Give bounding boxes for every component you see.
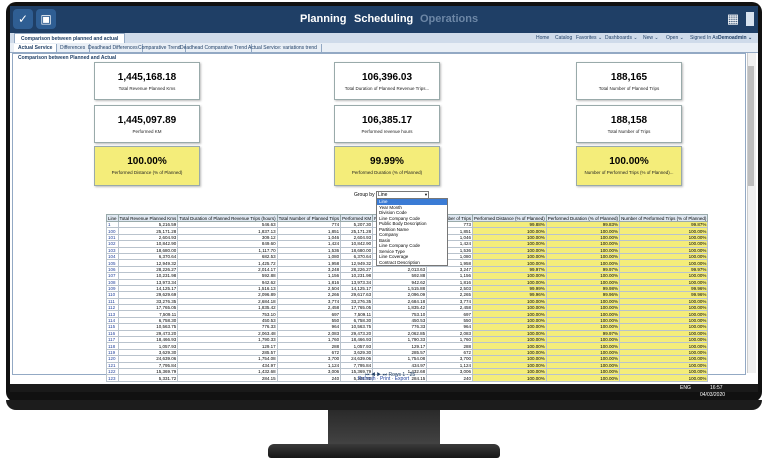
windows-taskbar [10, 384, 758, 392]
nav-tab-operations[interactable]: Operations [420, 13, 478, 25]
kpi-value: 106,385.17 [361, 115, 413, 126]
table-cell: 240 [426, 374, 473, 382]
kpi-value: 106,396.03 [361, 72, 413, 83]
tab-actual-service[interactable]: Actual Service [14, 44, 58, 52]
table-cell: 100.00% [545, 374, 621, 382]
kpi-label: Total Revenue Planned Kms [118, 86, 176, 91]
export-link[interactable]: Export [395, 376, 409, 382]
menu-catalog[interactable]: Catalog [555, 34, 572, 42]
kpi-card-distance-pct: 100.00% Performed Distance (% of Planned… [94, 146, 200, 186]
kpi-card-performed-hours: 106,385.17 Performed revenue hours [334, 105, 440, 143]
table-cell: 240 [276, 374, 342, 382]
group-by-label: Group by [354, 192, 375, 198]
kpi-value: 100.00% [609, 156, 649, 167]
kpi-value: 99.99% [370, 156, 404, 167]
content-title: Comparison between Planned and Actual [18, 55, 117, 61]
kpi-value: 1,445,097.89 [117, 115, 177, 126]
kpi-label: Total Number of Trips [607, 129, 651, 134]
user-icon[interactable] [746, 12, 754, 26]
kpi-card-planned-trips: 188,165 Total Number of Planned Trips [576, 62, 682, 100]
column-header[interactable]: Number of Performed Trips (% of Planned) [619, 214, 709, 222]
tab-variations-trend[interactable]: Actual Service: variations trend [244, 44, 322, 52]
tray-date: 04/03/2020 [700, 392, 726, 398]
kpi-value: 188,158 [610, 115, 648, 126]
footer-links: Refresh · Print · Export [358, 376, 410, 382]
menu-open[interactable]: Open ⌄ [666, 34, 684, 42]
nav-tab-scheduling[interactable]: Scheduling [354, 13, 413, 25]
kpi-label: Number of Performed Trips (% of Planned)… [584, 170, 674, 175]
kpi-value: 1,445,168.18 [117, 72, 177, 83]
table-cell: 5,331.72 [117, 374, 179, 382]
column-header[interactable]: Performed Distance (% of Planned) [471, 214, 547, 222]
column-header[interactable]: Total Number of Planned Trips [276, 214, 342, 222]
kpi-label: Performed Distance (% of Planned) [111, 170, 183, 175]
scrollbar-thumb[interactable] [748, 66, 754, 186]
table-cell: 100.00% [471, 374, 547, 382]
group-by-dropdown[interactable]: Line Year Month Division Code Line Company … [376, 198, 448, 266]
menu-home[interactable]: Home [536, 34, 549, 42]
kpi-card-trips-pct: 100.00% Number of Performed Trips (% of … [576, 146, 682, 186]
column-header[interactable]: Performed KM [340, 214, 374, 222]
column-header[interactable]: Performed Duration (% of Planned) [545, 214, 621, 222]
menu-dashboards[interactable]: Dashboards ⌄ [605, 34, 638, 42]
kpi-value: 100.00% [127, 156, 167, 167]
kpi-card-total-trips: 188,158 Total Number of Trips [576, 105, 682, 143]
monitor-chin [6, 400, 762, 410]
table-cell: 100.00% [619, 374, 709, 382]
kpi-label: Performed revenue hours [361, 129, 413, 134]
menu-favorites[interactable]: Favorites ⌄ [576, 34, 602, 42]
tray-lang[interactable]: ENG [680, 385, 691, 391]
print-link[interactable]: Print [380, 376, 390, 382]
kpi-label: Total Number of Planned Trips [598, 86, 660, 91]
kpi-label: Total Duration of Planned Revenue Trips.… [344, 86, 430, 91]
kpi-label: Performed KM [132, 129, 162, 134]
dropdown-option[interactable]: Contract Description [377, 260, 447, 266]
nav-tab-planning[interactable]: Planning [300, 13, 346, 25]
logo-icon[interactable]: ✓ [13, 9, 33, 29]
column-header[interactable]: Total Duration of Planned Revenue Trips … [177, 214, 278, 222]
monitor-base [268, 444, 500, 458]
kpi-card-planned-duration: 106,396.03 Total Duration of Planned Rev… [334, 62, 440, 100]
refresh-link[interactable]: Refresh [358, 376, 376, 382]
column-header[interactable]: Line [106, 214, 119, 222]
apps-grid-icon[interactable]: ▦ [724, 10, 742, 28]
kpi-card-planned-kms: 1,445,168.18 Total Revenue Planned Kms [94, 62, 200, 100]
line-link[interactable]: 123 [106, 374, 119, 382]
column-header[interactable]: Total Revenue Planned Kms [117, 214, 179, 222]
screen: ✓ ▣ Planning Scheduling Operations ▦ Com… [10, 6, 758, 392]
menu-new[interactable]: New ⌄ [643, 34, 659, 42]
kpi-card-performed-km: 1,445,097.89 Performed KM [94, 105, 200, 143]
bus-icon[interactable]: ▣ [36, 9, 56, 29]
tray-time[interactable]: 16:57 [710, 385, 723, 391]
menu-user[interactable]: Demoadmin ⌄ [718, 34, 752, 42]
signed-in-label: Signed In As [690, 35, 719, 41]
kpi-label: Performed Duration (% of Planned) [351, 170, 423, 175]
app-header: ✓ ▣ Planning Scheduling Operations ▦ [10, 6, 758, 33]
kpi-card-duration-pct: 99.99% Performed Duration (% of Planned) [334, 146, 440, 186]
kpi-value: 188,165 [610, 72, 648, 83]
monitor-neck [328, 410, 440, 446]
tab-deadhead-comparative-trend[interactable]: Deadhead Comparative Trend [176, 44, 252, 52]
table-cell: 284.15 [177, 374, 278, 382]
